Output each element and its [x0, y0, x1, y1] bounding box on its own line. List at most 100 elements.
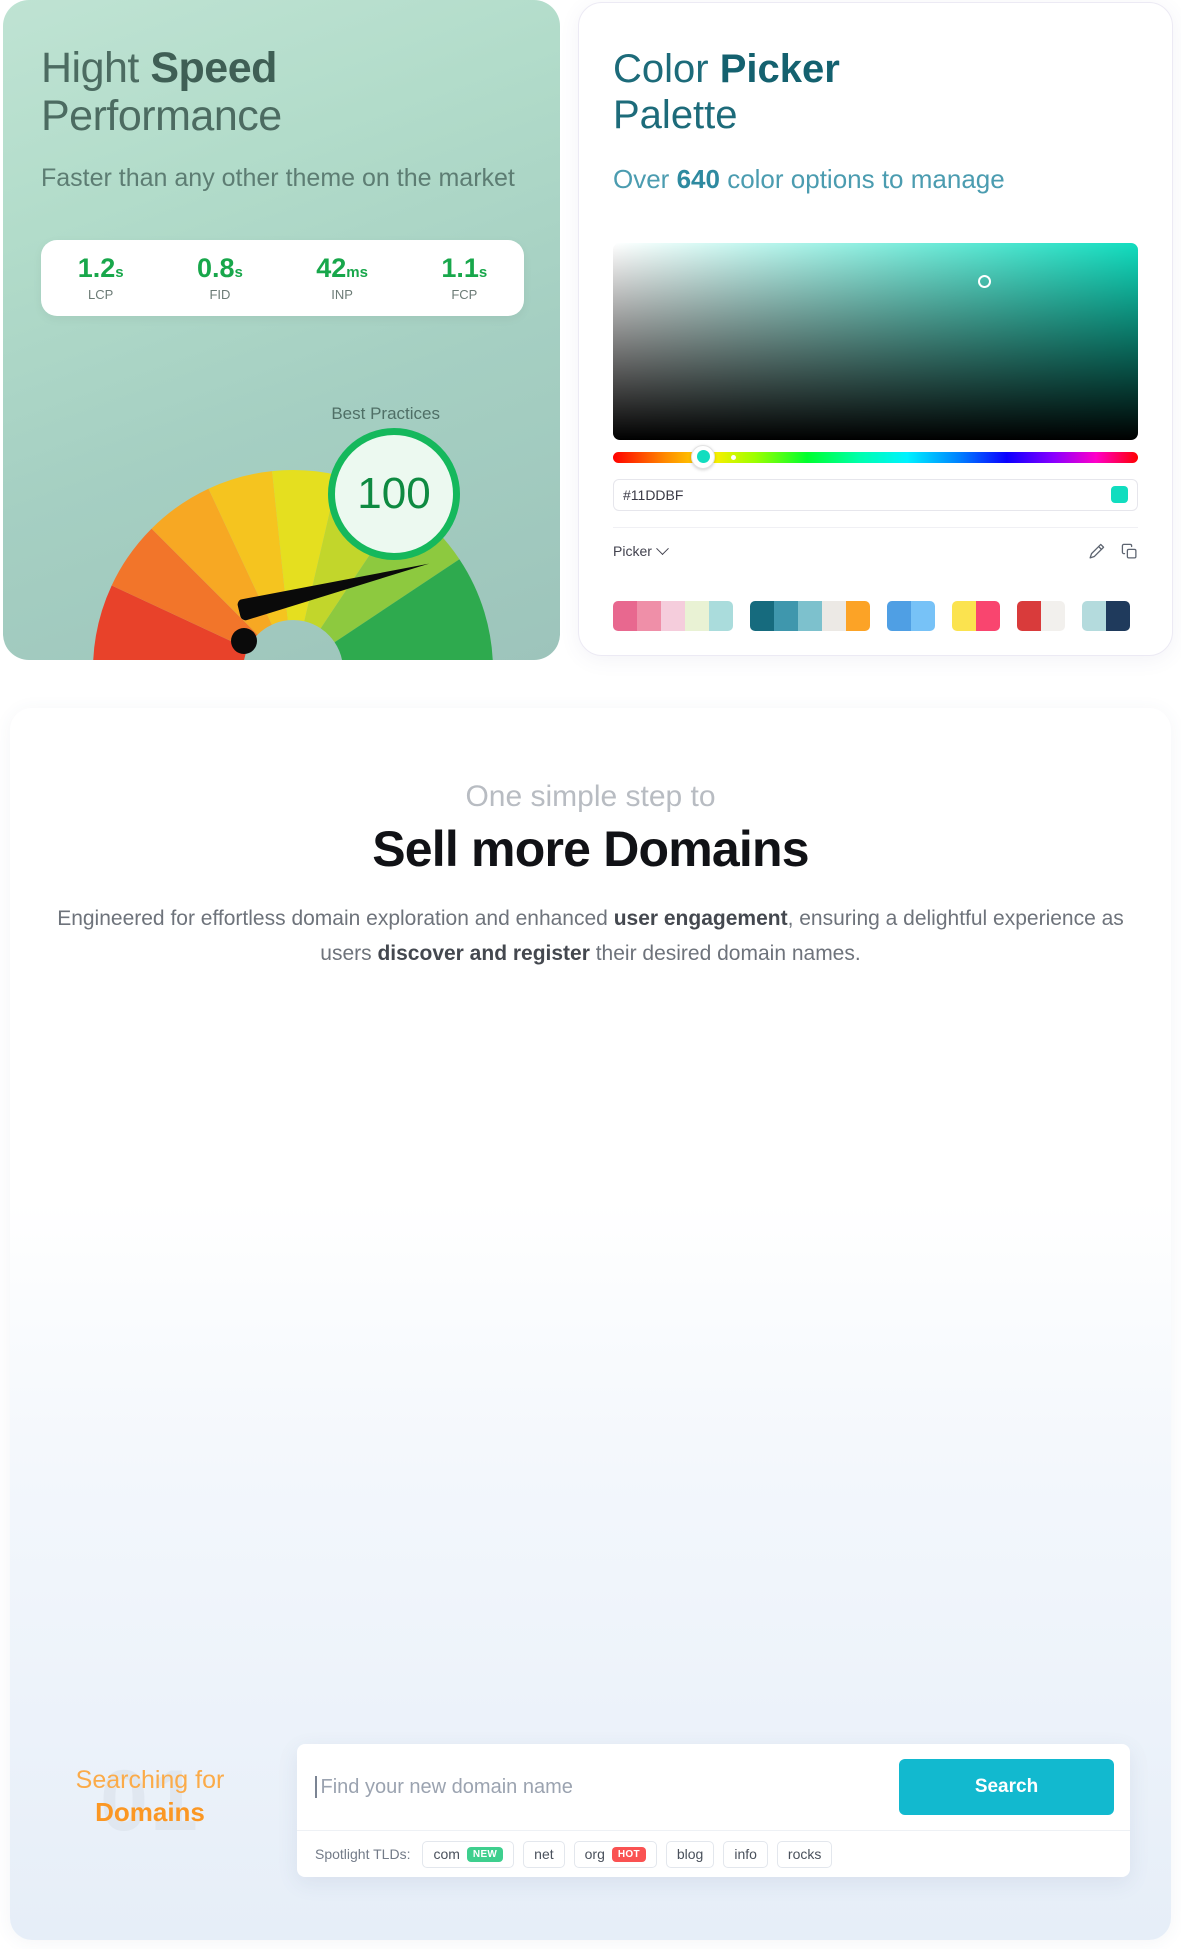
tld-chip-org-label: org [584, 1846, 605, 1862]
metric-fcp-label: FCP [451, 286, 478, 302]
lede-part1: Engineered for effortless domain explora… [57, 907, 614, 930]
tld-chip-com-label: com [433, 1846, 460, 1862]
tld-chip-info-label: info [734, 1846, 757, 1862]
lede-bold1: user engagement [613, 907, 788, 930]
top-feature-row: Hight Speed Performance Faster than any … [0, 0, 1181, 670]
picker-mode-label: Picker [613, 543, 652, 559]
palette-swatch[interactable] [685, 601, 709, 631]
palette-swatch[interactable] [774, 601, 798, 631]
search-input[interactable]: Find your new domain name [315, 1776, 899, 1799]
palette-swatch[interactable] [1082, 601, 1106, 631]
hex-value-field[interactable]: #11DDBF [613, 478, 1138, 511]
tld-chip-com-badge: NEW [466, 1846, 504, 1862]
palette-group-6[interactable] [1082, 601, 1130, 631]
metric-fid-value: 0.8s [196, 252, 243, 283]
picker-mode-dropdown[interactable]: Picker [613, 541, 669, 559]
metric-fid: 0.8s FID [196, 252, 243, 302]
web-vitals-metrics: 1.2s LCP 0.8s FID 42ms INP 1.1s FCP [41, 240, 524, 317]
palette-swatch[interactable] [976, 601, 1000, 631]
hex-value-text: #11DDBF [623, 486, 684, 503]
palette-swatch[interactable] [822, 601, 846, 631]
tld-chip-org[interactable]: org HOT [573, 1840, 657, 1868]
tld-chip-net-label: net [534, 1846, 554, 1862]
palette-swatch[interactable] [887, 601, 911, 631]
performance-gauge [43, 430, 543, 660]
copy-icon[interactable] [1121, 543, 1138, 560]
saturation-cursor[interactable] [978, 274, 991, 288]
search-button[interactable]: Search [899, 1759, 1114, 1815]
tld-chip-rocks-label: rocks [787, 1846, 822, 1862]
spotlight-tlds-row: Spotlight TLDs: com NEW net org HOT blog… [297, 1830, 1130, 1877]
metric-lcp-unit: s [115, 263, 124, 281]
picker-title-line2: Palette [613, 92, 738, 137]
metric-fid-label: FID [209, 286, 231, 302]
saturation-value-area[interactable] [613, 242, 1138, 440]
metric-fid-number: 0.8 [196, 252, 235, 283]
metric-lcp-number: 1.2 [77, 252, 116, 283]
metric-inp-unit: ms [346, 263, 368, 281]
picker-title-part2: Picker [719, 47, 840, 91]
tld-chip-com[interactable]: com NEW [422, 1840, 515, 1868]
speed-performance-card: Hight Speed Performance Faster than any … [3, 0, 560, 660]
lede-part3: their desired domain names. [589, 941, 861, 965]
palette-swatch[interactable] [911, 601, 935, 631]
spotlight-tlds-label: Spotlight TLDs: [315, 1846, 411, 1862]
metric-inp: 42ms INP [316, 252, 368, 302]
speed-title-part2: Speed [150, 44, 277, 92]
tld-chip-info[interactable]: info [723, 1840, 768, 1868]
palette-swatch[interactable] [1041, 601, 1065, 631]
hue-slider[interactable] [613, 444, 1138, 469]
palette-group-1[interactable] [613, 601, 733, 631]
step-01-line1: Searching for [75, 1766, 225, 1794]
palette-swatch[interactable] [846, 601, 870, 631]
picker-sub-count: 640 [676, 164, 720, 195]
palette-group-2[interactable] [750, 601, 870, 631]
speed-card-title: Hight Speed Performance [41, 44, 522, 140]
palette-swatch[interactable] [661, 601, 685, 631]
palette-swatch-groups [613, 601, 1138, 631]
picker-card-subtitle: Over 640 color options to manage [613, 162, 1138, 196]
metric-inp-label: INP [331, 286, 353, 302]
tld-chip-rocks[interactable]: rocks [776, 1840, 833, 1868]
metric-inp-number: 42 [316, 252, 347, 283]
hue-secondary-marker [731, 455, 736, 460]
domain-search-card: Find your new domain name Search Spotlig… [297, 1744, 1130, 1877]
palette-group-4[interactable] [952, 601, 1000, 631]
palette-swatch[interactable] [637, 601, 661, 631]
metric-fcp-unit: s [478, 263, 488, 281]
palette-swatch[interactable] [709, 601, 733, 631]
eyedropper-icon[interactable] [1088, 543, 1105, 560]
tld-chip-net[interactable]: net [523, 1840, 565, 1868]
metric-fid-unit: s [234, 263, 243, 281]
chevron-down-icon [656, 541, 669, 555]
picker-sub-post: color options to manage [719, 164, 1005, 195]
step-01-line2: Domains [95, 1797, 205, 1827]
domain-search-row: Find your new domain name Search [297, 1744, 1130, 1830]
palette-swatch[interactable] [750, 601, 774, 631]
palette-swatch[interactable] [613, 601, 637, 631]
speed-title-line2: Performance [41, 92, 282, 141]
palette-swatch[interactable] [1106, 601, 1130, 631]
palette-group-3[interactable] [887, 601, 935, 631]
palette-swatch[interactable] [952, 601, 976, 631]
palette-swatch[interactable] [798, 601, 822, 631]
metric-fcp-number: 1.1 [441, 252, 479, 283]
metric-lcp: 1.2s LCP [77, 252, 124, 302]
search-input-placeholder: Find your new domain name [320, 1775, 573, 1798]
panel-eyebrow: One simple step to [465, 780, 716, 813]
picker-sub-pre: Over [613, 164, 677, 195]
palette-swatch[interactable] [1017, 601, 1041, 631]
lede-bold2: discover and register [377, 941, 590, 965]
speed-title-part1: Hight [41, 44, 151, 92]
gauge-needle-hub [231, 628, 257, 654]
tld-chip-org-badge: HOT [611, 1846, 646, 1862]
metric-fcp: 1.1s FCP [441, 252, 488, 302]
metric-lcp-label: LCP [87, 286, 114, 302]
tld-chip-blog[interactable]: blog [665, 1840, 715, 1868]
hue-slider-knob[interactable] [691, 444, 715, 469]
color-picker-card: Color Picker Palette Over 640 color opti… [578, 2, 1173, 656]
picker-card-title: Color Picker Palette [613, 47, 1138, 138]
palette-group-5[interactable] [1017, 601, 1065, 631]
picker-title-part1: Color [613, 47, 720, 91]
picker-tool-bar: Picker [613, 526, 1138, 560]
